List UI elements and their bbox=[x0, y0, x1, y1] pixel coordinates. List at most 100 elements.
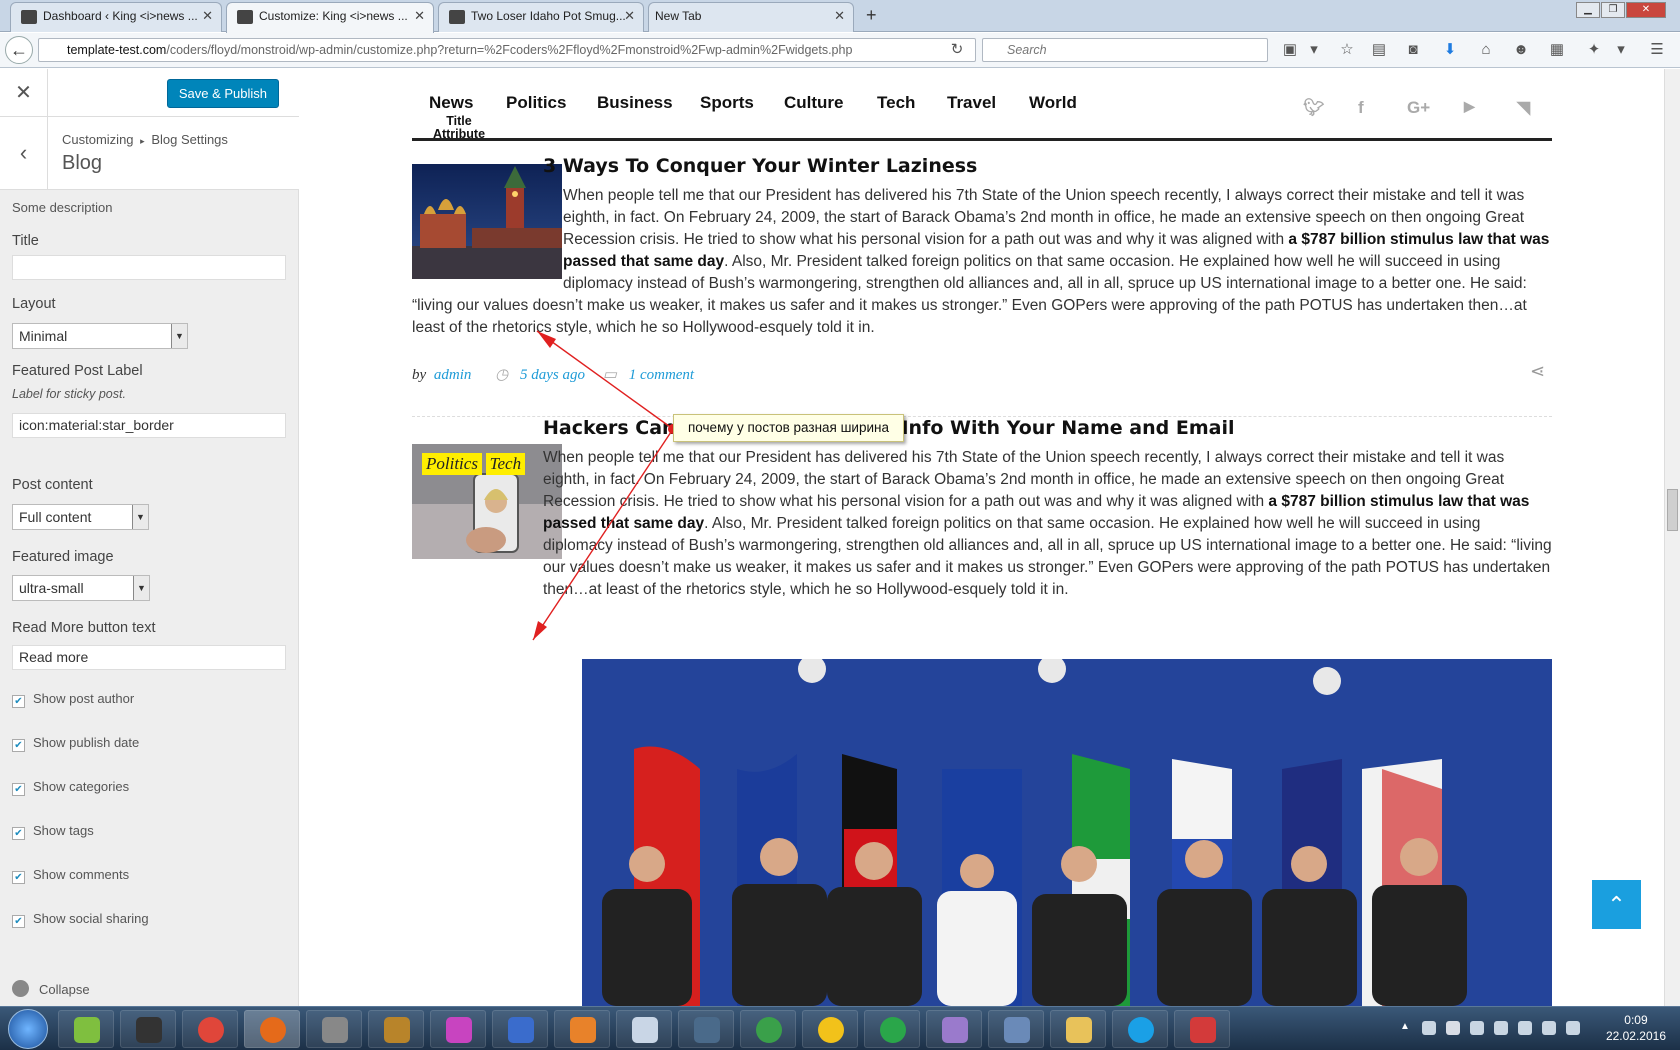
maximize-icon[interactable]: ❐ bbox=[1601, 2, 1625, 18]
sublime-icon bbox=[384, 1017, 410, 1043]
close-tab-icon[interactable]: ✕ bbox=[414, 8, 425, 24]
checkbox-show-social-sharing[interactable]: ✔ Show social sharing bbox=[12, 911, 149, 928]
taskbar-app-bug[interactable] bbox=[1174, 1010, 1230, 1048]
featured-image-select[interactable]: ultra-small ▼ bbox=[12, 575, 150, 601]
home-icon[interactable]: ⌂ bbox=[1477, 41, 1495, 59]
tray-expand-icon[interactable]: ▲ bbox=[1400, 1021, 1414, 1035]
chat-icon[interactable]: ☻ bbox=[1512, 41, 1530, 59]
network-icon[interactable] bbox=[1542, 1021, 1556, 1035]
skype-tray-icon[interactable] bbox=[1470, 1021, 1484, 1035]
checkbox-checked-icon[interactable]: ✔ bbox=[12, 695, 25, 708]
taskbar-app-feather[interactable] bbox=[926, 1010, 982, 1048]
flag-icon[interactable] bbox=[1494, 1021, 1508, 1035]
close-icon[interactable]: ✕ bbox=[0, 69, 48, 117]
clock-date: 22.02.2016 bbox=[1605, 1029, 1666, 1043]
volume-icon[interactable] bbox=[1518, 1021, 1532, 1035]
pocket-icon[interactable]: ◙ bbox=[1404, 41, 1422, 59]
checkbox-show-post-author[interactable]: ✔ Show post author bbox=[12, 691, 134, 708]
checkbox-checked-icon[interactable]: ✔ bbox=[12, 739, 25, 752]
collapse-button[interactable]: Collapse bbox=[12, 980, 90, 997]
window-close-icon[interactable]: ✕ bbox=[1626, 2, 1666, 18]
featured-label-input[interactable]: icon:material:star_border bbox=[12, 413, 286, 438]
chevron-up-icon: ⌃ bbox=[1607, 892, 1626, 917]
reload-icon[interactable]: ↻ bbox=[948, 41, 966, 59]
s-icon bbox=[880, 1017, 906, 1043]
skype-icon bbox=[1128, 1017, 1154, 1043]
taskbar-app-skype[interactable] bbox=[1112, 1010, 1168, 1048]
checkbox-checked-icon[interactable]: ✔ bbox=[12, 871, 25, 884]
taskbar-app-s2[interactable] bbox=[988, 1010, 1044, 1048]
checkbox-checked-icon[interactable]: ✔ bbox=[12, 827, 25, 840]
taskbar-app-chrome[interactable] bbox=[182, 1010, 238, 1048]
checkbox-show-tags[interactable]: ✔ Show tags bbox=[12, 823, 94, 840]
browser-tab[interactable]: Dashboard ‹ King <i>news ... ✕ bbox=[10, 2, 222, 32]
addon-icon[interactable]: ✦ bbox=[1585, 41, 1603, 59]
taskbar-app-save[interactable] bbox=[492, 1010, 548, 1048]
layout-select[interactable]: Minimal ▼ bbox=[12, 323, 188, 349]
post-content-value: Full content bbox=[19, 509, 92, 525]
back-chevron-icon[interactable]: ‹ bbox=[0, 117, 48, 190]
screenshot-icon[interactable]: ▣ bbox=[1281, 41, 1299, 59]
checkbox-checked-icon[interactable]: ✔ bbox=[12, 915, 25, 928]
chevron-down-icon: ▼ bbox=[133, 576, 149, 600]
browser-tab[interactable]: New Tab ✕ bbox=[648, 2, 854, 32]
language-flag-icon[interactable] bbox=[1446, 1021, 1460, 1035]
breadcrumb-separator: ▸ bbox=[140, 136, 145, 146]
title-input[interactable] bbox=[12, 255, 286, 280]
taskbar-app-triangle[interactable] bbox=[802, 1010, 858, 1048]
close-tab-icon[interactable]: ✕ bbox=[834, 8, 845, 24]
section-title: Blog bbox=[62, 152, 103, 174]
scrollbar-thumb[interactable] bbox=[1667, 489, 1678, 531]
save-publish-button[interactable]: Save & Publish bbox=[166, 79, 279, 108]
minimize-icon[interactable]: ▁ bbox=[1576, 2, 1600, 18]
taskbar-app-notepad[interactable] bbox=[58, 1010, 114, 1048]
close-tab-icon[interactable]: ✕ bbox=[624, 8, 635, 24]
url-path: /coders/floyd/monstroid/wp-admin/customi… bbox=[166, 43, 853, 57]
url-bar[interactable]: template-test.com/coders/floyd/monstroid… bbox=[38, 38, 976, 62]
checkbox-label: Show publish date bbox=[33, 735, 140, 750]
taskbar-app-tool[interactable] bbox=[306, 1010, 362, 1048]
windows-start-icon[interactable] bbox=[8, 1009, 48, 1049]
checkbox-show-categories[interactable]: ✔ Show categories bbox=[12, 779, 129, 796]
firefox-icon bbox=[260, 1017, 286, 1043]
taskbar-app-s[interactable] bbox=[864, 1010, 920, 1048]
triangle-icon bbox=[818, 1017, 844, 1043]
chevron-down-icon[interactable]: ▾ bbox=[1612, 41, 1630, 59]
extension-icon[interactable]: ▦ bbox=[1548, 41, 1566, 59]
chevron-down-icon[interactable]: ▾ bbox=[1305, 41, 1323, 59]
clock[interactable]: 0:09 22.02.2016 bbox=[1606, 1012, 1666, 1044]
download-icon[interactable]: ⬇ bbox=[1441, 41, 1459, 59]
taskbar-app-purple[interactable] bbox=[430, 1010, 486, 1048]
page-scrollbar[interactable] bbox=[1664, 69, 1680, 1006]
bookmark-star-icon[interactable]: ☆ bbox=[1338, 41, 1356, 59]
checkbox-show-comments[interactable]: ✔ Show comments bbox=[12, 867, 129, 884]
search-input[interactable]: Search bbox=[982, 38, 1268, 62]
read-more-input[interactable]: Read more bbox=[12, 645, 286, 670]
post-content-select[interactable]: Full content ▼ bbox=[12, 504, 149, 530]
tab-title: New Tab bbox=[655, 9, 702, 23]
browser-tab-active[interactable]: Customize: King <i>news ... ✕ bbox=[226, 2, 434, 33]
chrome-icon bbox=[198, 1017, 224, 1043]
taskbar-app-tanks[interactable] bbox=[120, 1010, 176, 1048]
browser-tab[interactable]: Two Loser Idaho Pot Smug... ✕ bbox=[438, 2, 644, 32]
taskbar-app-ide[interactable] bbox=[678, 1010, 734, 1048]
taskbar-app-calc[interactable] bbox=[616, 1010, 672, 1048]
taskbar-app-pdf[interactable] bbox=[554, 1010, 610, 1048]
taskbar-app-firefox[interactable] bbox=[244, 1010, 300, 1048]
new-tab-icon[interactable]: + bbox=[866, 5, 877, 26]
taskbar-app-chrome-2[interactable] bbox=[740, 1010, 796, 1048]
layout-label: Layout bbox=[12, 296, 56, 312]
menu-icon[interactable]: ☰ bbox=[1648, 41, 1666, 59]
close-tab-icon[interactable]: ✕ bbox=[202, 8, 213, 24]
checkbox-show-publish-date[interactable]: ✔ Show publish date bbox=[12, 735, 139, 752]
back-arrow-icon[interactable]: ← bbox=[5, 36, 33, 64]
battery-icon[interactable] bbox=[1566, 1021, 1580, 1035]
scroll-to-top-button[interactable]: ⌃ bbox=[1592, 880, 1641, 929]
taskbar-app-sublime[interactable] bbox=[368, 1010, 424, 1048]
checkbox-checked-icon[interactable]: ✔ bbox=[12, 783, 25, 796]
bookmarks-list-icon[interactable]: ▤ bbox=[1370, 41, 1388, 59]
tray-pen-icon[interactable] bbox=[1422, 1021, 1436, 1035]
taskbar-app-folder[interactable] bbox=[1050, 1010, 1106, 1048]
collapse-label: Collapse bbox=[39, 982, 90, 997]
wordpress-icon bbox=[237, 10, 253, 24]
